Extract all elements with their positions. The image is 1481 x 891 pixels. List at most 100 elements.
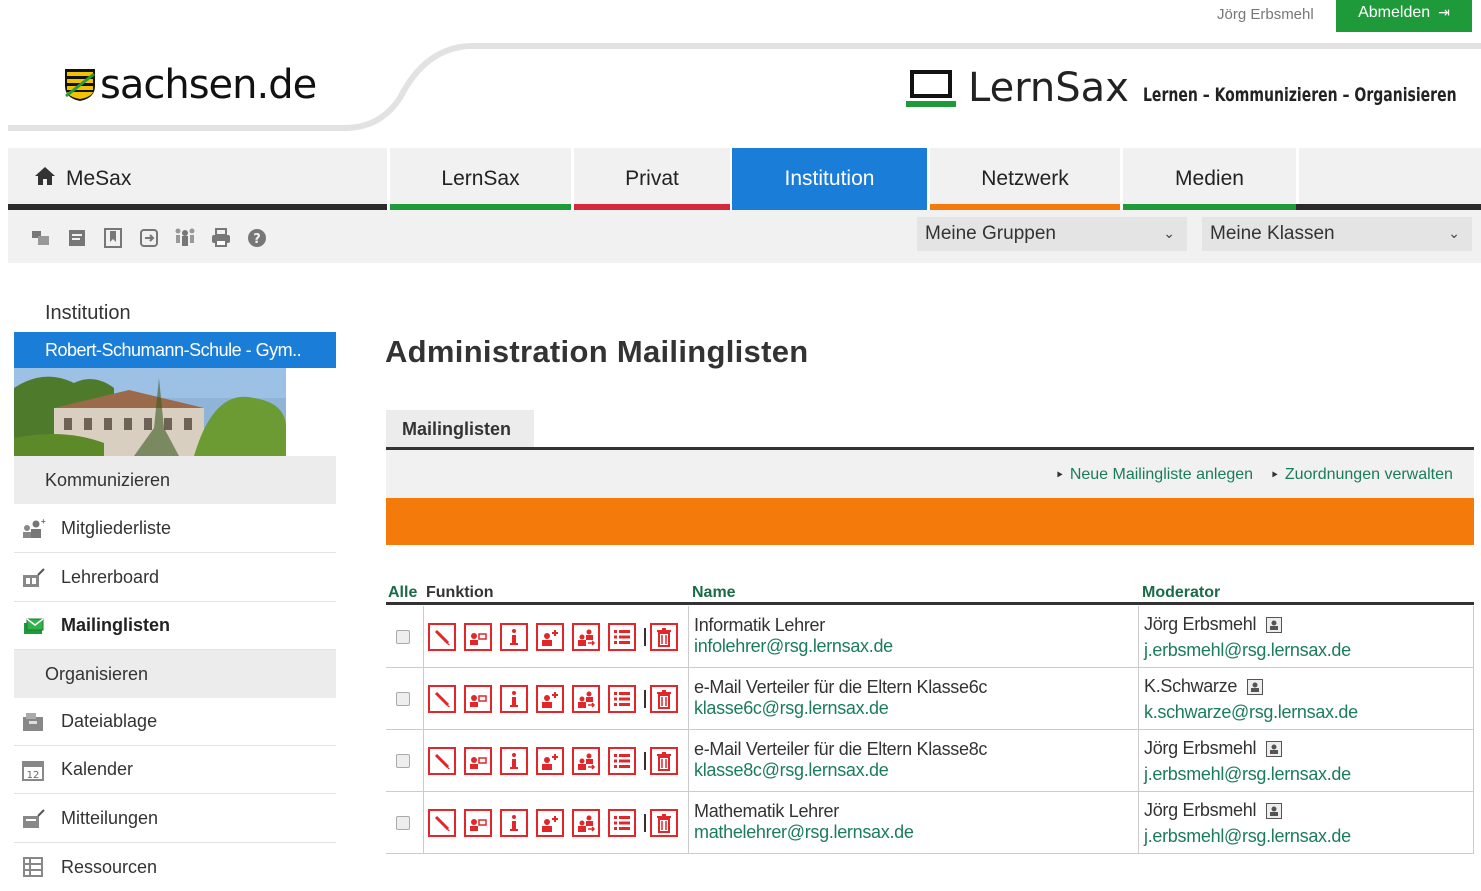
arrow-right-icon: ⯈	[1270, 470, 1279, 482]
tab-medien[interactable]: Medien	[1123, 148, 1296, 210]
edit-button[interactable]	[428, 747, 456, 775]
sidebar-item-lehrerboard[interactable]: Lehrerboard	[14, 554, 336, 602]
sidebar-item-ressourcen[interactable]: Ressourcen	[14, 843, 336, 891]
members-swap-icon	[578, 753, 596, 770]
delete-button[interactable]	[650, 747, 678, 775]
function-separator	[644, 690, 646, 708]
list-name: Mathematik Lehrer	[694, 801, 839, 821]
user-card-icon[interactable]	[1247, 678, 1264, 695]
tab-netzwerk[interactable]: Netzwerk	[930, 148, 1120, 210]
new-mailinglist-link[interactable]: ⯈ Neue Mailingliste anlegen	[1055, 466, 1253, 484]
sitemap-icon[interactable]	[174, 227, 196, 249]
manage-assignments-link[interactable]: ⯈ Zuordnungen verwalten	[1270, 466, 1453, 484]
school-selector[interactable]: Robert-Schumann-Schule - Gym..	[14, 332, 336, 368]
row-checkbox[interactable]	[396, 692, 410, 706]
sachsen-logo[interactable]: sachsen.de	[64, 62, 317, 108]
user-card-icon[interactable]	[1266, 616, 1283, 633]
info-icon	[510, 753, 518, 769]
list-button[interactable]	[608, 809, 636, 837]
edit-button[interactable]	[428, 623, 456, 651]
member-card-button[interactable]	[464, 685, 492, 713]
list-email-link[interactable]: mathelehrer@rsg.lernsax.de	[694, 822, 914, 843]
tab-institution[interactable]: Institution	[732, 148, 927, 210]
messages-icon	[23, 808, 45, 828]
windows-icon[interactable]	[30, 227, 52, 249]
class-select[interactable]: Meine Klassen ⌄	[1202, 217, 1472, 251]
mailinglist-icon	[24, 617, 44, 634]
moderator-email-link[interactable]: k.schwarze@rsg.lernsax.de	[1144, 702, 1358, 723]
tab-mesax[interactable]: MeSax	[8, 148, 387, 210]
user-card-icon[interactable]	[1266, 802, 1283, 819]
member-card-button[interactable]	[464, 809, 492, 837]
lernsax-logo[interactable]: LernSax Lernen – Kommunizieren – Organis…	[906, 66, 1481, 110]
status-bar	[386, 498, 1474, 545]
moderator: K.Schwarze	[1144, 676, 1264, 697]
tab-label: Privat	[625, 167, 679, 190]
info-button[interactable]	[500, 685, 528, 713]
sidebar-item-kalender[interactable]: 12 Kalender	[14, 746, 336, 794]
logout-label: Abmelden	[1358, 4, 1431, 21]
list-email-link[interactable]: klasse8c@rsg.lernsax.de	[694, 760, 889, 781]
column-header-moderator[interactable]: Moderator	[1142, 584, 1220, 602]
list-button[interactable]	[608, 747, 636, 775]
list-button[interactable]	[608, 623, 636, 651]
delete-button[interactable]	[650, 809, 678, 837]
sidebar-item-mitgliederliste[interactable]: + Mitgliederliste	[14, 505, 336, 553]
info-button[interactable]	[500, 809, 528, 837]
members-swap-icon	[578, 691, 596, 708]
add-member-button[interactable]	[536, 623, 564, 651]
help-icon[interactable]: ?	[246, 227, 268, 249]
edit-button[interactable]	[428, 809, 456, 837]
calendar-icon-day: 12	[27, 770, 40, 781]
home-icon	[34, 166, 56, 192]
members-swap-button[interactable]	[572, 685, 600, 713]
info-icon	[510, 691, 518, 707]
add-member-button[interactable]	[536, 685, 564, 713]
moderator-name: Jörg Erbsmehl	[1144, 614, 1257, 634]
sidebar-item-mailinglisten[interactable]: Mailinglisten	[14, 602, 336, 650]
moderator-email-link[interactable]: j.erbsmehl@rsg.lernsax.de	[1144, 826, 1351, 847]
info-button[interactable]	[500, 623, 528, 651]
tab-lernsax[interactable]: LernSax	[390, 148, 571, 210]
login-icon[interactable]	[138, 227, 160, 249]
group-select[interactable]: Meine Gruppen ⌄	[917, 217, 1187, 251]
notes-icon[interactable]	[66, 227, 88, 249]
print-icon[interactable]	[210, 227, 232, 249]
member-card-icon	[470, 819, 487, 831]
delete-icon	[657, 752, 671, 771]
current-user-name: Jörg Erbsmehl	[1217, 6, 1314, 23]
delete-icon	[657, 628, 671, 647]
chevron-down-icon: ⌄	[1448, 225, 1460, 241]
column-header-name[interactable]: Name	[692, 584, 736, 602]
user-card-icon[interactable]	[1266, 740, 1283, 757]
list-email-link[interactable]: infolehrer@rsg.lernsax.de	[694, 636, 893, 657]
edit-icon	[434, 629, 450, 645]
logout-button[interactable]: Abmelden ⇥	[1336, 0, 1472, 32]
member-card-button[interactable]	[464, 623, 492, 651]
function-separator	[644, 628, 646, 646]
moderator-email-link[interactable]: j.erbsmehl@rsg.lernsax.de	[1144, 640, 1351, 661]
members-swap-button[interactable]	[572, 623, 600, 651]
moderator-email-link[interactable]: j.erbsmehl@rsg.lernsax.de	[1144, 764, 1351, 785]
add-member-button[interactable]	[536, 747, 564, 775]
delete-button[interactable]	[650, 623, 678, 651]
tab-privat[interactable]: Privat	[574, 148, 730, 210]
bookmark-icon[interactable]	[102, 227, 124, 249]
tab-mailinglisten[interactable]: Mailinglisten	[386, 410, 534, 448]
moderator-name: Jörg Erbsmehl	[1144, 738, 1257, 758]
list-button[interactable]	[608, 685, 636, 713]
add-member-button[interactable]	[536, 809, 564, 837]
column-header-all[interactable]: Alle	[388, 584, 417, 602]
member-card-button[interactable]	[464, 747, 492, 775]
list-email-link[interactable]: klasse6c@rsg.lernsax.de	[694, 698, 889, 719]
sidebar-item-mitteilungen[interactable]: Mitteilungen	[14, 795, 336, 843]
edit-button[interactable]	[428, 685, 456, 713]
row-checkbox[interactable]	[396, 754, 410, 768]
members-swap-button[interactable]	[572, 809, 600, 837]
row-checkbox[interactable]	[396, 630, 410, 644]
info-button[interactable]	[500, 747, 528, 775]
row-checkbox[interactable]	[396, 816, 410, 830]
delete-button[interactable]	[650, 685, 678, 713]
members-swap-button[interactable]	[572, 747, 600, 775]
sidebar-item-dateiablage[interactable]: Dateiablage	[14, 698, 336, 746]
